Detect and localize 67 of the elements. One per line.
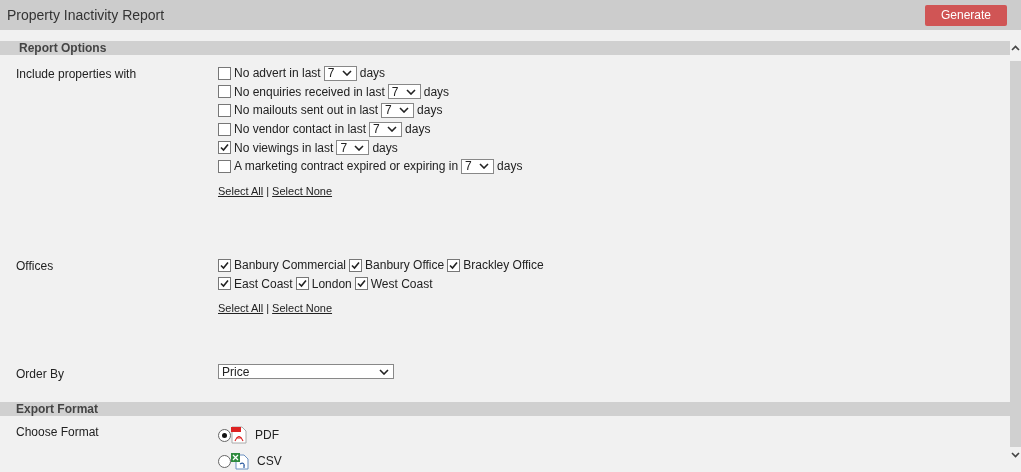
field-label: Choose Format xyxy=(15,425,100,439)
format-label: CSV xyxy=(257,454,282,468)
generate-button[interactable]: Generate xyxy=(925,4,1007,26)
option-label: No enquiries received in last xyxy=(234,84,385,99)
option-label: days xyxy=(405,122,431,137)
select-all-link[interactable]: Select All xyxy=(218,302,264,315)
days-select[interactable]: 7 xyxy=(461,158,495,174)
days-select[interactable]: 7 xyxy=(369,121,403,137)
option-label: days xyxy=(359,66,386,81)
select-none-link[interactable]: Select None xyxy=(272,184,333,197)
link-separator: | xyxy=(266,184,270,197)
checkbox[interactable] xyxy=(218,104,231,117)
caret-icon xyxy=(399,107,410,114)
spreadsheet-file-icon xyxy=(231,452,249,470)
option-label: days xyxy=(423,84,450,99)
scroll-up-icon[interactable] xyxy=(1011,45,1020,51)
checkbox[interactable] xyxy=(218,277,231,291)
radio-button[interactable] xyxy=(218,454,231,468)
option-label: days xyxy=(372,140,398,155)
select-all-link[interactable]: Select All xyxy=(218,184,264,197)
caret-icon xyxy=(387,126,398,133)
office-label: London xyxy=(311,276,352,291)
field-label: Offices xyxy=(15,259,55,273)
caret-icon xyxy=(405,88,416,95)
order-by-select[interactable]: Price xyxy=(218,364,394,379)
option-label: A marketing contract expired or expiring in xyxy=(234,159,459,174)
checkbox[interactable] xyxy=(218,258,231,272)
option-label: No mailouts sent out in last xyxy=(234,103,379,118)
checkbox[interactable] xyxy=(349,258,363,272)
days-select[interactable]: 7 xyxy=(387,84,421,100)
office-label: East Coast xyxy=(234,276,293,291)
checkbox[interactable] xyxy=(354,277,368,291)
caret-icon xyxy=(341,70,352,77)
days-select[interactable]: 7 xyxy=(336,140,370,156)
format-label: PDF xyxy=(255,428,279,442)
scroll-down-icon[interactable] xyxy=(1011,452,1020,458)
scrollbar-thumb[interactable] xyxy=(1010,61,1021,447)
office-label: West Coast xyxy=(370,276,433,291)
office-label: Brackley Office xyxy=(463,258,544,273)
option-label: No vendor contact in last xyxy=(234,122,367,137)
days-select[interactable]: 7 xyxy=(323,65,357,81)
section-header: Export Format xyxy=(0,402,1010,416)
field-label: Order By xyxy=(15,367,65,381)
option-label: No advert in last xyxy=(234,66,321,81)
field-label: Include properties with xyxy=(15,67,138,81)
checkbox[interactable] xyxy=(218,85,231,99)
office-label: Banbury Commercial xyxy=(234,258,347,273)
office-label: Banbury Office xyxy=(365,258,445,273)
checkbox[interactable] xyxy=(218,122,231,136)
checkbox[interactable] xyxy=(218,159,231,173)
checkbox[interactable] xyxy=(447,258,461,272)
caret-icon xyxy=(354,144,365,151)
option-label: days xyxy=(417,103,443,118)
option-label: No viewings in last xyxy=(234,140,334,155)
pdf-file-icon xyxy=(231,426,247,444)
radio-button[interactable] xyxy=(218,428,231,442)
report-title: Property Inactivity Report xyxy=(7,7,165,23)
link-separator: | xyxy=(266,302,270,315)
caret-icon xyxy=(479,163,490,170)
section-header: Report Options xyxy=(0,41,1010,55)
caret-icon xyxy=(379,368,389,375)
checkbox[interactable] xyxy=(218,66,231,80)
checkbox[interactable] xyxy=(295,277,309,291)
option-label: days xyxy=(497,159,523,174)
checkbox[interactable] xyxy=(218,141,231,155)
select-none-link[interactable]: Select None xyxy=(272,302,333,315)
days-select[interactable]: 7 xyxy=(381,103,415,118)
